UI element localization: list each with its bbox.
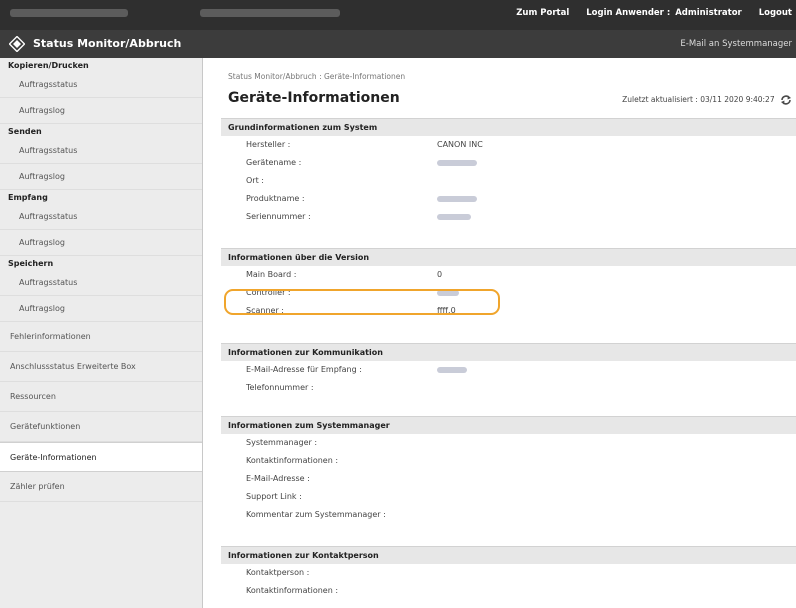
serial-number-label: Seriennummer : [246, 212, 311, 221]
row-contact-info: Kontaktinformationen : [221, 452, 796, 470]
email-system-manager-link[interactable]: E-Mail an Systemmanager [680, 39, 792, 49]
contact-info-label: Kontaktinformationen : [246, 456, 339, 465]
page-title: Geräte-Informationen [228, 90, 400, 106]
section-header: Informationen zur Kontaktperson [221, 546, 796, 564]
remote-ui-logo-icon [9, 36, 25, 52]
row-main-board: Main Board : 0 [221, 266, 796, 284]
row-contact-person-info: Kontaktinformationen : [221, 582, 796, 600]
product-name-value-redacted [437, 190, 477, 208]
receive-email-label: E-Mail-Adresse für Empfang : [246, 365, 362, 374]
location-label: Ort : [246, 176, 264, 185]
sidebar-item-device-features[interactable]: Gerätefunktionen [0, 412, 202, 442]
sidebar-item-resources[interactable]: Ressourcen [0, 382, 202, 412]
email-label: E-Mail-Adresse : [246, 474, 310, 483]
last-updated: Zuletzt aktualisiert : 03/11 2020 9:40:2… [622, 95, 792, 105]
sidebar-heading-receive: Empfang [8, 193, 48, 202]
sidebar-item-send-job-log[interactable]: Auftragslog [0, 164, 202, 190]
support-link-label: Support Link : [246, 492, 302, 501]
main-board-label: Main Board : [246, 270, 297, 279]
receive-email-value-redacted [437, 361, 467, 379]
row-manufacturer: Hersteller : CANON INC [221, 136, 796, 154]
row-receive-email: E-Mail-Adresse für Empfang : [221, 361, 796, 379]
section-communication-info: Informationen zur Kommunikation E-Mail-A… [221, 343, 796, 397]
main-board-value: 0 [437, 270, 443, 279]
sidebar-item-error-information[interactable]: Fehlerinformationen [0, 322, 202, 352]
redacted-device-address [200, 9, 340, 17]
sidebar-item-store-job-status[interactable]: Auftragsstatus [0, 270, 202, 296]
sidebar-heading-store: Speichern [8, 259, 54, 268]
manufacturer-label: Hersteller : [246, 140, 291, 149]
row-location: Ort : [221, 172, 796, 190]
row-email: E-Mail-Adresse : [221, 470, 796, 488]
device-name-label: Gerätename : [246, 158, 302, 167]
row-system-manager: Systemmanager : [221, 434, 796, 452]
row-support-link: Support Link : [221, 488, 796, 506]
contact-person-info-label: Kontaktinformationen : [246, 586, 339, 595]
phone-label: Telefonnummer : [246, 383, 314, 392]
login-user-label: Login Anwender : [586, 8, 671, 18]
title-bar: Status Monitor/Abbruch E-Mail an Systemm… [0, 30, 796, 58]
row-device-name: Gerätename : [221, 154, 796, 172]
sidebar: Kopieren/Drucken Auftragsstatus Auftrags… [0, 58, 203, 608]
section-system-manager-info: Informationen zum Systemmanager Systemma… [221, 416, 796, 524]
manufacturer-value: CANON INC [437, 140, 483, 149]
sidebar-item-receive-job-status[interactable]: Auftragsstatus [0, 204, 202, 230]
sidebar-item-store-job-log[interactable]: Auftragslog [0, 296, 202, 322]
sidebar-item-check-counter[interactable]: Zähler prüfen [0, 472, 202, 502]
sidebar-item-receive-job-log[interactable]: Auftragslog [0, 230, 202, 256]
sidebar-item-device-information[interactable]: Geräte-Informationen [0, 442, 202, 472]
section-system-info: Grundinformationen zum System Hersteller… [221, 118, 796, 226]
product-name-label: Produktname : [246, 194, 305, 203]
sidebar-heading-send: Senden [8, 127, 42, 136]
breadcrumb: Status Monitor/Abbruch : Geräte-Informat… [228, 72, 406, 81]
row-contact-person: Kontaktperson : [221, 564, 796, 582]
row-product-name: Produktname : [221, 190, 796, 208]
manager-comment-label: Kommentar zum Systemmanager : [246, 510, 386, 519]
main-content: Status Monitor/Abbruch : Geräte-Informat… [204, 58, 796, 608]
refresh-icon[interactable] [780, 95, 792, 105]
system-manager-label: Systemmanager : [246, 438, 318, 447]
section-header: Informationen über die Version [221, 248, 796, 266]
app-title: Status Monitor/Abbruch [33, 37, 182, 50]
device-name-value-redacted [437, 154, 477, 172]
contact-person-label: Kontaktperson : [246, 568, 310, 577]
controller-highlight-callout [224, 289, 500, 315]
sidebar-item-send-job-status[interactable]: Auftragsstatus [0, 138, 202, 164]
sidebar-item-expansion-box-status[interactable]: Anschlussstatus Erweiterte Box [0, 352, 202, 382]
top-bar: Zum Portal Login Anwender : Administrato… [0, 0, 796, 30]
serial-number-value-redacted [437, 208, 471, 226]
section-header: Informationen zur Kommunikation [221, 343, 796, 361]
row-manager-comment: Kommentar zum Systemmanager : [221, 506, 796, 524]
row-phone: Telefonnummer : [221, 379, 796, 397]
login-user-name: Administrator [675, 8, 742, 18]
section-header: Informationen zum Systemmanager [221, 416, 796, 434]
portal-link[interactable]: Zum Portal [516, 8, 569, 18]
redacted-device-info [10, 9, 128, 17]
top-links: Zum Portal Login Anwender : Administrato… [502, 8, 792, 18]
sidebar-heading-copy-print: Kopieren/Drucken [8, 61, 89, 70]
row-serial-number: Seriennummer : [221, 208, 796, 226]
section-contact-person-info: Informationen zur Kontaktperson Kontaktp… [221, 546, 796, 600]
sidebar-item-copy-print-job-log[interactable]: Auftragslog [0, 98, 202, 124]
logout-link[interactable]: Logout [759, 8, 792, 18]
last-updated-text: Zuletzt aktualisiert : 03/11 2020 9:40:2… [622, 95, 775, 104]
section-header: Grundinformationen zum System [221, 118, 796, 136]
sidebar-item-copy-print-job-status[interactable]: Auftragsstatus [0, 72, 202, 98]
